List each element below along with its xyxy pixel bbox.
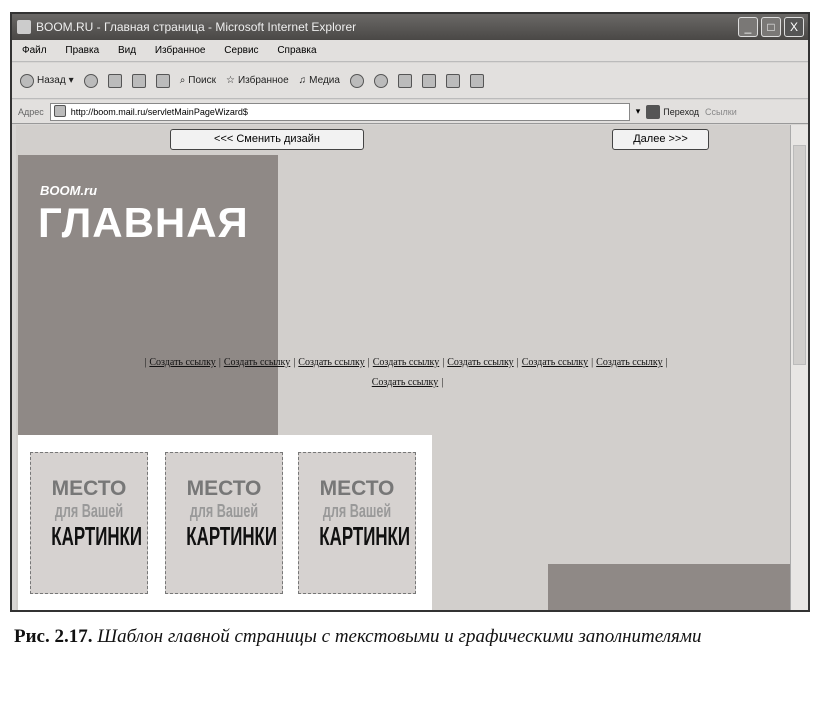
image-placeholder: МЕСТО для Вашей КАРТИНКИ (165, 452, 283, 594)
forward-button[interactable] (83, 73, 98, 88)
menu-favorites[interactable]: Избранное (155, 45, 206, 56)
stop-button[interactable] (107, 73, 122, 88)
logo: BOOM.ru (40, 183, 98, 198)
back-label: Назад (37, 75, 66, 86)
window-title: BOOM.RU - Главная страница - Microsoft I… (36, 20, 357, 34)
title-bar: BOOM.RU - Главная страница - Microsoft I… (12, 14, 808, 40)
print-button[interactable] (397, 73, 412, 88)
placeholder-line2: для Вашей (189, 501, 259, 521)
history-button[interactable] (349, 73, 364, 88)
refresh-button[interactable] (131, 73, 146, 88)
page-icon (53, 104, 66, 117)
menu-view[interactable]: Вид (118, 45, 136, 56)
media-button[interactable]: ♫ Медиа (299, 75, 340, 86)
go-button[interactable]: Переход (646, 104, 700, 119)
close-button[interactable]: X (784, 17, 804, 37)
links-label[interactable]: Ссылки (705, 107, 737, 117)
media-icon: ♫ (298, 75, 307, 86)
page-headline: ГЛАВНАЯ (38, 199, 249, 246)
menu-file[interactable]: Файл (22, 45, 47, 56)
placeholder-line3: КАРТИНКИ (186, 521, 278, 551)
go-label: Переход (663, 106, 700, 117)
create-link[interactable]: Создать ссылку (224, 357, 290, 368)
address-dropdown[interactable]: ▾ (636, 106, 641, 117)
create-link[interactable]: Создать ссылку (372, 377, 438, 388)
address-input[interactable]: http://boom.mail.ru/servletMainPageWizar… (49, 102, 630, 121)
placeholder-line3: КАРТИНКИ (319, 521, 411, 551)
create-link[interactable]: Создать ссылку (596, 357, 662, 368)
caption-text: Шаблон главной страницы с текстовыми и г… (97, 626, 702, 647)
messenger-button[interactable] (469, 73, 484, 88)
placeholder-line1: МЕСТО (51, 477, 127, 500)
create-link[interactable]: Создать ссылку (149, 357, 215, 368)
placeholder-line1: МЕСТО (186, 477, 262, 500)
favorites-label: Избранное (237, 75, 289, 86)
next-button[interactable]: Далее >>> (612, 129, 709, 150)
star-icon: ☆ (226, 75, 235, 86)
create-link[interactable]: Создать ссылку (522, 357, 588, 368)
footer-block (548, 564, 790, 610)
search-icon: ⌕ (179, 75, 186, 86)
vertical-scrollbar[interactable] (790, 125, 808, 610)
discuss-button[interactable] (445, 73, 460, 88)
create-link[interactable]: Создать ссылку (373, 357, 439, 368)
media-label: Медиа (309, 75, 340, 86)
address-url: http://boom.mail.ru/servletMainPageWizar… (70, 106, 248, 117)
image-placeholder: МЕСТО для Вашей КАРТИНКИ (298, 452, 416, 594)
placeholder-line2: для Вашей (322, 501, 392, 521)
page-content: <<< Сменить дизайн Далее >>> BOOM.ru ГЛА… (16, 125, 790, 610)
address-bar: Адрес http://boom.mail.ru/servletMainPag… (12, 100, 808, 124)
create-link[interactable]: Создать ссылку (298, 357, 364, 368)
edit-button[interactable] (421, 73, 436, 88)
image-block: МЕСТО для Вашей КАРТИНКИ МЕСТО для Вашей КАР… (18, 435, 432, 610)
home-button[interactable] (155, 73, 170, 88)
go-icon (646, 104, 661, 119)
mail-button[interactable] (373, 73, 388, 88)
browser-window: BOOM.RU - Главная страница - Microsoft I… (10, 12, 810, 612)
image-placeholder: МЕСТО для Вашей КАРТИНКИ (30, 452, 148, 594)
menu-edit[interactable]: Правка (65, 45, 99, 56)
scroll-thumb[interactable] (793, 145, 806, 365)
menu-tools[interactable]: Сервис (224, 45, 258, 56)
address-label: Адрес (18, 106, 44, 117)
caption-label: Рис. 2.17. (14, 626, 93, 647)
create-link[interactable]: Создать ссылку (447, 357, 513, 368)
toolbar: Назад ▾ ⌕ Поиск ☆ Избранное ♫ Медиа (12, 63, 808, 99)
change-design-button[interactable]: <<< Сменить дизайн (170, 129, 364, 150)
placeholder-line2: для Вашей (54, 501, 124, 521)
back-button[interactable]: Назад ▾ (20, 73, 74, 88)
ie-icon (17, 20, 31, 34)
menu-help[interactable]: Справка (277, 45, 316, 56)
search-label: Поиск (188, 75, 217, 86)
link-row: | Создать ссылку | Создать ссылку | Создать с… (144, 357, 668, 388)
placeholder-line1: МЕСТО (319, 477, 395, 500)
placeholder-line3: КАРТИНКИ (51, 521, 143, 551)
maximize-button[interactable]: □ (761, 17, 781, 37)
favorites-button[interactable]: ☆ Избранное (226, 75, 289, 86)
back-icon (20, 73, 34, 88)
search-button[interactable]: ⌕ Поиск (180, 75, 216, 86)
menu-bar: Файл Правка Вид Избранное Сервис Справка (12, 40, 808, 62)
figure-caption: Рис. 2.17. Шаблон главной страницы с тек… (14, 624, 814, 650)
minimize-button[interactable]: _ (738, 17, 758, 37)
